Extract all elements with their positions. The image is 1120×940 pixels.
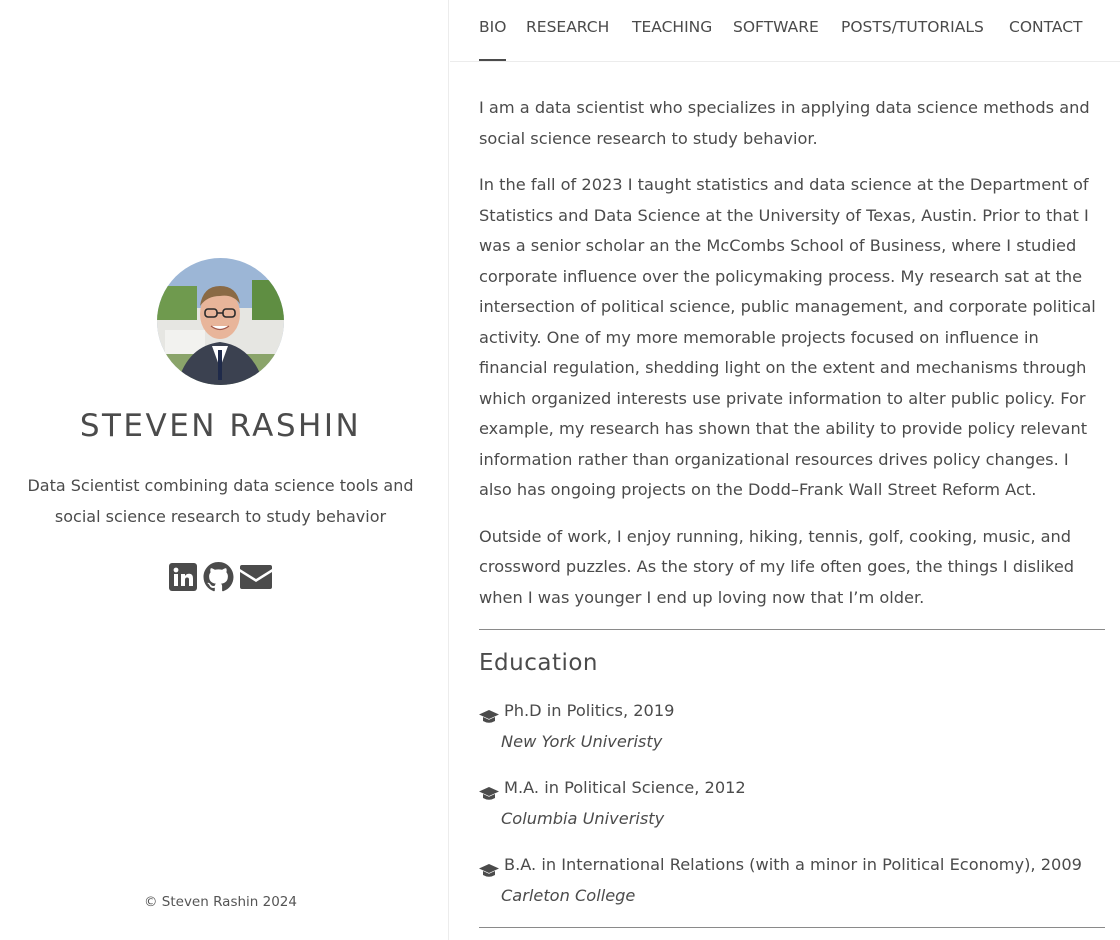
nav-contact[interactable]: CONTACT: [1009, 17, 1083, 37]
graduation-cap-icon: [479, 858, 499, 877]
education-school: New York Univeristy: [501, 731, 663, 751]
profile-name: STEVEN RASHIN: [79, 408, 362, 444]
bio-paragraph: In the fall of 2023 I taught statistics …: [479, 175, 1096, 499]
top-navigation: BIO RESEARCH TEACHING SOFTWARE POSTS/TUT…: [450, 0, 1120, 62]
graduation-cap-icon: [479, 781, 499, 800]
bio-paragraph: I am a data scientist who specializes in…: [479, 98, 1090, 148]
education-degree: B.A. in International Relations (with a …: [504, 855, 1082, 874]
nav-teaching[interactable]: TEACHING: [632, 17, 712, 37]
education-item: B.A. in International Relations (with a …: [479, 850, 1105, 911]
bio-paragraph: Outside of work, I enjoy running, hiking…: [479, 526, 1075, 607]
sidebar: STEVEN RASHIN Data Scientist combining d…: [0, 0, 449, 940]
education-degree: M.A. in Political Science, 2012: [504, 778, 746, 797]
education-heading: Education: [479, 650, 599, 676]
education-item: Ph.D in Politics, 2019 New York Univeris…: [479, 696, 1105, 757]
envelope-icon[interactable]: [239, 563, 273, 591]
nav-bio[interactable]: BIO: [479, 17, 506, 37]
active-tab-indicator: [479, 59, 506, 61]
profile-tagline: Data Scientist combining data science to…: [27, 476, 414, 526]
social-links: [0, 561, 441, 593]
footer-copyright: © Steven Rashin 2024: [143, 894, 297, 910]
section-divider: [479, 927, 1105, 928]
github-icon[interactable]: [202, 561, 235, 593]
linkedin-icon[interactable]: [168, 562, 198, 592]
nav-research[interactable]: RESEARCH: [526, 17, 609, 37]
education-degree: Ph.D in Politics, 2019: [504, 701, 675, 720]
education-school: Columbia Univeristy: [501, 808, 665, 828]
education-school: Carleton College: [501, 885, 636, 905]
graduation-cap-icon: [479, 704, 499, 723]
avatar: [157, 258, 284, 385]
bio-content: I am a data scientist who specializes in…: [479, 93, 1105, 928]
nav-posts-tutorials[interactable]: POSTS/TUTORIALS: [841, 17, 984, 37]
section-divider: [479, 629, 1105, 630]
nav-software[interactable]: SOFTWARE: [733, 17, 819, 37]
education-item: M.A. in Political Science, 2012 Columbia…: [479, 773, 1105, 834]
